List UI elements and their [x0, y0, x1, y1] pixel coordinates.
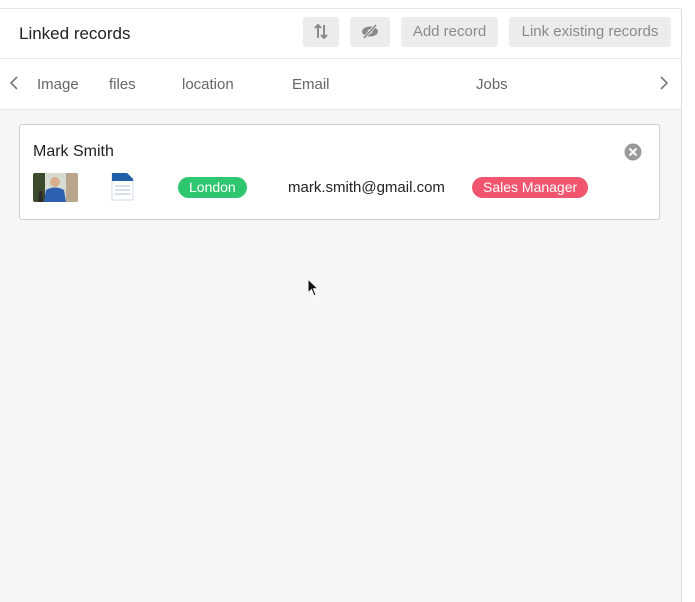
location-tag: London	[178, 177, 247, 198]
chevron-left-icon	[9, 76, 18, 90]
eye-slash-icon	[362, 24, 378, 39]
column-header-email: Email	[292, 76, 330, 93]
sort-arrows-icon	[314, 24, 328, 39]
linked-record-card[interactable]: Mark Smith London mark.smith@gmail.com S…	[19, 124, 660, 220]
column-header-bar: Image files location Email Jobs	[0, 59, 681, 110]
panel-title: Linked records	[19, 24, 131, 43]
column-header-jobs: Jobs	[476, 76, 508, 93]
record-email: mark.smith@gmail.com	[288, 179, 445, 196]
close-circle-icon	[624, 143, 642, 161]
column-header-image: Image	[37, 76, 79, 93]
hide-fields-button[interactable]	[350, 17, 390, 47]
record-file-attachment[interactable]	[111, 172, 134, 206]
scroll-right-arrow[interactable]	[659, 75, 669, 96]
add-record-button[interactable]: Add record	[401, 17, 498, 47]
panel-header: Linked records Add record Link existing …	[0, 9, 681, 59]
job-tag: Sales Manager	[472, 177, 589, 198]
mouse-cursor-icon	[307, 277, 320, 303]
chevron-right-icon	[660, 76, 669, 90]
sort-button[interactable]	[303, 17, 339, 47]
column-header-files: files	[109, 76, 136, 93]
person-photo-icon	[33, 173, 78, 202]
record-name: Mark Smith	[33, 143, 114, 160]
linked-records-panel: Linked records Add record Link existing …	[0, 8, 682, 602]
record-image-thumbnail[interactable]	[33, 173, 78, 202]
column-header-location: location	[182, 76, 234, 93]
link-existing-records-button[interactable]: Link existing records	[509, 17, 671, 47]
document-icon	[111, 172, 134, 201]
remove-record-button[interactable]	[624, 143, 642, 166]
scroll-left-arrow[interactable]	[9, 75, 19, 96]
